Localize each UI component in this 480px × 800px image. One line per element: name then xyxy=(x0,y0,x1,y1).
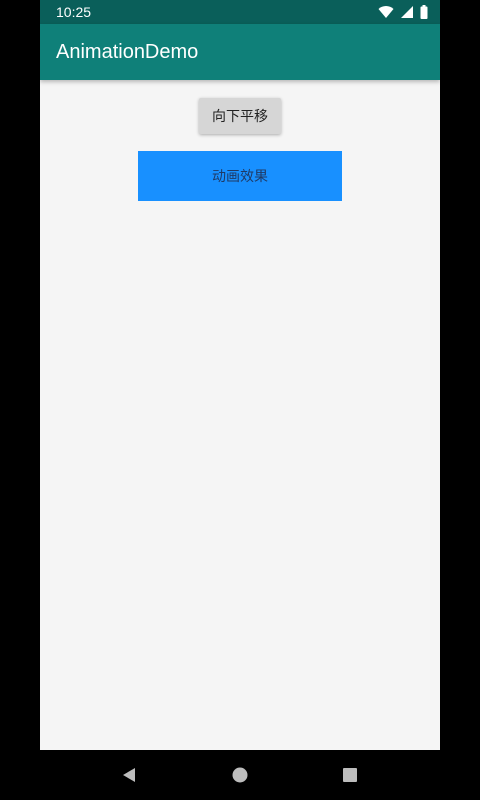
animated-view: 动画效果 xyxy=(138,151,342,201)
translate-down-button[interactable]: 向下平移 xyxy=(199,98,281,134)
status-icons xyxy=(378,4,428,20)
animated-view-label: 动画效果 xyxy=(212,169,268,185)
home-button[interactable] xyxy=(230,765,250,785)
back-button[interactable] xyxy=(119,765,139,785)
status-bar: 10:25 xyxy=(40,0,440,24)
app-window: 10:25 AnimationDemo 向下平移 动画效果 xyxy=(40,0,440,750)
content-area: 向下平移 动画效果 xyxy=(40,80,440,750)
battery-icon xyxy=(420,5,428,19)
back-icon xyxy=(123,768,135,782)
app-bar: AnimationDemo xyxy=(40,24,440,80)
recents-icon xyxy=(343,768,357,782)
app-title: AnimationDemo xyxy=(56,41,199,63)
screen: 10:25 AnimationDemo 向下平移 动画效果 xyxy=(0,0,480,800)
status-time: 10:25 xyxy=(56,4,92,20)
home-icon xyxy=(232,767,248,783)
navigation-bar xyxy=(0,750,480,800)
wifi-icon xyxy=(378,6,394,19)
signal-icon xyxy=(401,6,413,18)
recents-button[interactable] xyxy=(340,765,360,785)
